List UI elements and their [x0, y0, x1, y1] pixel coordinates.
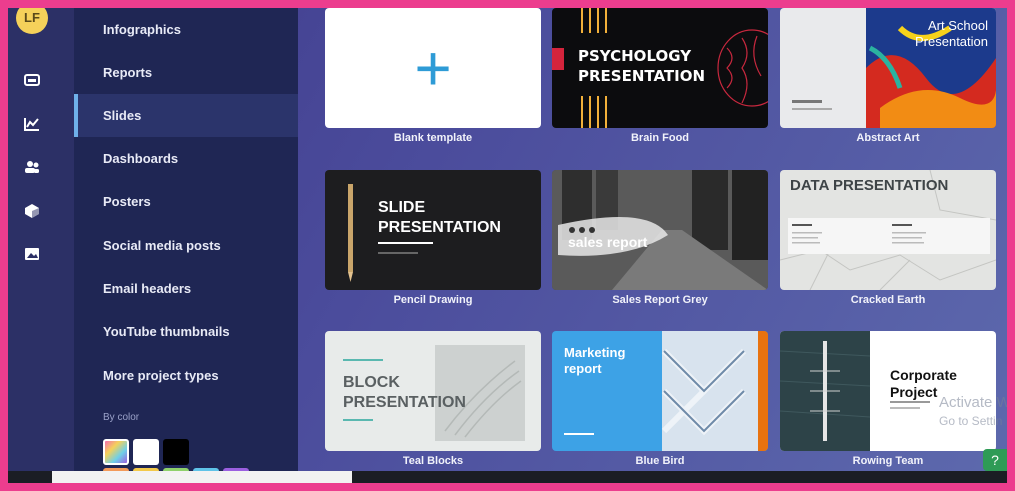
template-card-teal-blocks[interactable]: BLOCK PRESENTATION	[325, 331, 541, 451]
template-name[interactable]: Sales Report Grey	[552, 294, 768, 306]
template-card-pencil-drawing[interactable]: SLIDE PRESENTATION	[325, 170, 541, 290]
image-icon[interactable]	[22, 244, 42, 264]
template-name[interactable]: Pencil Drawing	[325, 294, 541, 306]
team-icon[interactable]	[22, 157, 42, 177]
template-name[interactable]: Blue Bird	[552, 455, 768, 467]
taskbar-search[interactable]	[52, 471, 352, 483]
template-icon[interactable]	[22, 70, 42, 90]
template-card-brain-food[interactable]: PSYCHOLOGY PRESENTATION	[552, 8, 768, 128]
template-name[interactable]: Cracked Earth	[780, 294, 996, 306]
sales-report-thumbnail	[552, 170, 768, 290]
plus-icon: +	[414, 32, 452, 104]
category-social-media-posts[interactable]: Social media posts	[74, 224, 298, 267]
template-name[interactable]: Brain Food	[552, 132, 768, 144]
template-card-abstract-art[interactable]: Art School Presentation	[780, 8, 996, 128]
template-card-sales-report-grey[interactable]: sales report	[552, 170, 768, 290]
by-color-label: By color	[103, 412, 140, 423]
icon-rail: LF	[8, 8, 74, 483]
template-name[interactable]: Abstract Art	[780, 132, 996, 144]
category-infographics[interactable]: Infographics	[74, 8, 298, 51]
template-thumb-title: sales report	[568, 234, 648, 250]
watermark-line2: Go to Settin	[939, 414, 1003, 428]
template-thumb-title: Marketing report	[564, 345, 626, 376]
template-thumb-title: Art School Presentation	[915, 18, 988, 49]
category-panel: Infographics Reports Slides Dashboards P…	[74, 8, 298, 483]
template-name[interactable]: Blank template	[325, 132, 541, 144]
category-posters[interactable]: Posters	[74, 180, 298, 223]
chart-icon[interactable]	[22, 114, 42, 134]
color-swatch-white[interactable]	[133, 439, 159, 465]
template-name[interactable]: Teal Blocks	[325, 455, 541, 467]
category-reports[interactable]: Reports	[74, 51, 298, 94]
avatar[interactable]: LF	[16, 8, 48, 34]
template-card-blue-bird[interactable]: Marketing report	[552, 331, 768, 451]
app-window: LF Infographics Reports Slides Dashboard…	[8, 8, 1007, 483]
template-card-cracked-earth[interactable]: DATA PRESENTATION	[780, 170, 996, 290]
category-youtube-thumbnails[interactable]: YouTube thumbnails	[74, 310, 298, 353]
brand-kit-icon[interactable]	[22, 201, 42, 221]
template-thumb-title: SLIDE PRESENTATION	[378, 199, 501, 236]
help-button[interactable]: ?	[983, 449, 1007, 471]
category-dashboards[interactable]: Dashboards	[74, 137, 298, 180]
color-swatch-multicolor[interactable]	[103, 439, 129, 465]
template-card-blank[interactable]: +	[325, 8, 541, 128]
template-thumb-title: DATA PRESENTATION	[790, 177, 949, 194]
color-swatch-black[interactable]	[163, 439, 189, 465]
template-thumb-title: PSYCHOLOGY PRESENTATION	[578, 47, 706, 85]
category-more-project-types[interactable]: More project types	[74, 354, 298, 397]
watermark-line1: Activate W	[939, 394, 1007, 411]
activate-windows-watermark: Activate W Go to Settin	[939, 394, 1007, 454]
template-thumb-title: BLOCK PRESENTATION	[343, 374, 466, 411]
template-name[interactable]: Rowing Team	[780, 455, 996, 467]
category-slides[interactable]: Slides	[74, 94, 298, 137]
taskbar	[8, 471, 1007, 483]
category-email-headers[interactable]: Email headers	[74, 267, 298, 310]
